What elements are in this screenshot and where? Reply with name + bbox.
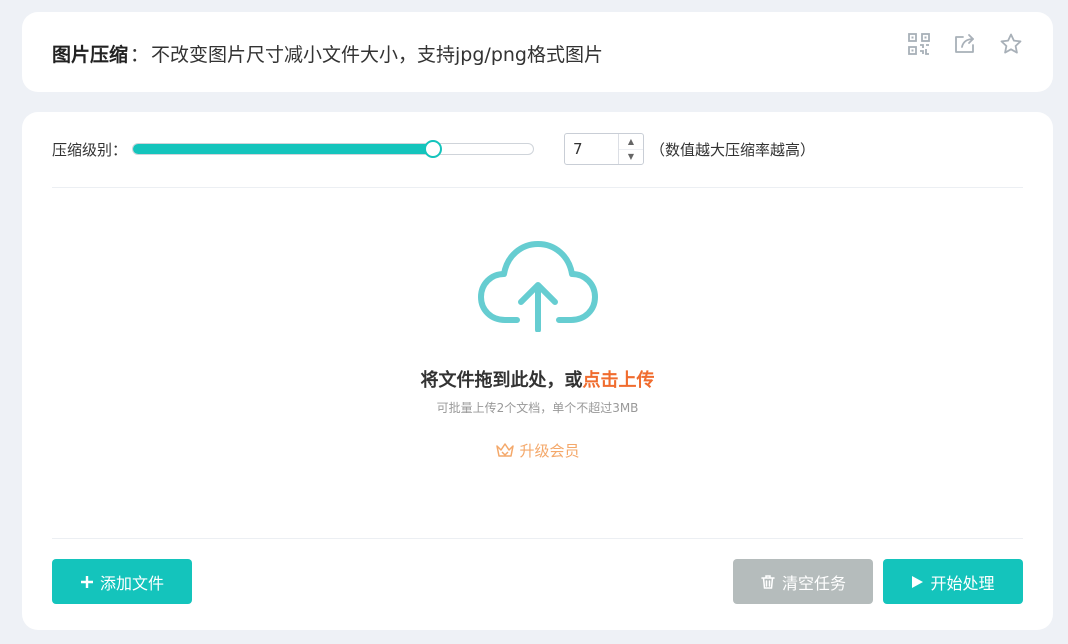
- slider-thumb[interactable]: [424, 140, 442, 158]
- stepper-arrows: ▲ ▼: [618, 134, 643, 164]
- header-card: 图片压缩：不改变图片尺寸减小文件大小，支持jpg/png格式图片: [22, 12, 1053, 92]
- tool-name: 图片压缩: [52, 44, 129, 66]
- main-card: 压缩级别： ▲ ▼ （数值越大压缩率越高） 将文件拖到此处，或点击上传 可批量上…: [22, 112, 1053, 630]
- tool-description: 不改变图片尺寸减小文件大小，支持jpg/png格式图片: [151, 44, 603, 66]
- increment-arrow-icon[interactable]: ▲: [619, 134, 643, 150]
- title-separator: ：: [130, 44, 150, 66]
- add-file-button[interactable]: 添加文件: [52, 559, 192, 604]
- qrcode-icon[interactable]: [907, 32, 931, 56]
- decrement-arrow-icon[interactable]: ▼: [619, 149, 643, 164]
- level-hint: （数值越大压缩率越高）: [650, 141, 816, 159]
- add-file-label: 添加文件: [99, 573, 164, 593]
- star-icon[interactable]: [999, 32, 1023, 56]
- play-icon: [912, 575, 924, 588]
- trash-icon: [761, 574, 775, 589]
- start-processing-label: 开始处理: [930, 573, 995, 593]
- slider-fill: [133, 144, 433, 154]
- start-processing-button[interactable]: 开始处理: [883, 559, 1023, 604]
- cloud-upload-icon: [478, 241, 598, 332]
- drop-instruction: 将文件拖到此处，或点击上传: [52, 366, 1023, 392]
- plus-icon: [80, 575, 93, 588]
- share-icon[interactable]: [953, 32, 977, 56]
- divider: [52, 538, 1023, 539]
- clear-tasks-button[interactable]: 清空任务: [733, 559, 873, 604]
- level-stepper[interactable]: ▲ ▼: [564, 133, 644, 165]
- crown-icon: [496, 443, 515, 457]
- compression-level-label: 压缩级别：: [52, 141, 128, 159]
- upgrade-vip-link[interactable]: 升级会员: [52, 440, 1023, 461]
- click-upload-link[interactable]: 点击上传: [583, 370, 655, 391]
- drop-instruction-text: 将文件拖到此处，或: [420, 370, 583, 391]
- upload-limits-text: 可批量上传2个文档，单个不超过3MB: [436, 401, 639, 415]
- clear-tasks-label: 清空任务: [781, 573, 846, 593]
- compression-level-slider[interactable]: [132, 140, 534, 158]
- header-actions: [907, 32, 1023, 56]
- page-title: 图片压缩：不改变图片尺寸减小文件大小，支持jpg/png格式图片: [52, 40, 603, 67]
- file-drop-zone[interactable]: 将文件拖到此处，或点击上传 可批量上传2个文档，单个不超过3MB 升级会员: [52, 188, 1023, 538]
- upgrade-vip-label: 升级会员: [519, 442, 580, 460]
